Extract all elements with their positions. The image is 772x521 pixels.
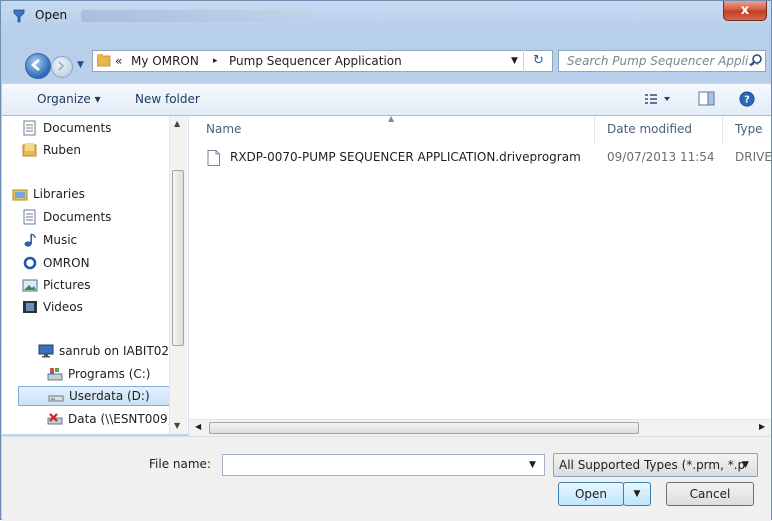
file-type: DRIVEP <box>735 150 772 164</box>
folder-icon <box>97 54 111 67</box>
file-type-dropdown-icon[interactable]: ▼ <box>742 460 749 470</box>
scroll-up-icon[interactable]: ▲ <box>174 119 180 128</box>
nav-label: sanrub on IABIT023 <box>59 344 172 358</box>
nav-item-library-documents[interactable]: Documents <box>22 208 162 228</box>
window-title: Open <box>35 8 68 22</box>
nav-item-ruben[interactable]: Ruben <box>22 141 162 161</box>
open-options-dropdown-icon[interactable]: ▼ <box>623 482 651 506</box>
dialog-footer: File name: ▼ All Supported Types (*.prm,… <box>2 436 771 521</box>
scroll-thumb[interactable] <box>209 422 639 434</box>
new-folder-button[interactable]: New folder <box>135 92 200 106</box>
nav-label: Documents <box>43 121 112 135</box>
libraries-icon <box>12 189 28 201</box>
preview-pane-icon[interactable] <box>698 91 716 107</box>
breadcrumb-pump-sequencer[interactable]: Pump Sequencer Application <box>229 54 402 68</box>
svg-text:?: ? <box>744 95 750 106</box>
breadcrumb-separator-icon[interactable]: ▸ <box>213 56 218 66</box>
file-name-field[interactable]: ▼ <box>222 454 545 476</box>
scroll-left-icon[interactable]: ◀ <box>195 422 201 431</box>
column-divider[interactable] <box>722 116 723 144</box>
file-date: 09/07/2013 11:54 <box>607 150 715 164</box>
scroll-down-icon[interactable]: ▼ <box>174 421 180 430</box>
nav-item-pictures[interactable]: Pictures <box>22 276 162 296</box>
search-input[interactable]: Search Pump Sequencer Appli... <box>558 50 766 72</box>
address-bar[interactable]: « My OMRON ▸ Pump Sequencer Application … <box>92 50 553 72</box>
cancel-button[interactable]: Cancel <box>666 482 754 506</box>
file-list: ▲ Name Date modified Type RXDP-0070-PUMP… <box>189 114 772 419</box>
nav-label: Libraries <box>33 187 85 201</box>
nav-item-programs-c[interactable]: Programs (C:) <box>47 365 172 385</box>
search-icon[interactable] <box>749 53 763 67</box>
organize-button[interactable]: Organize ▾ <box>37 92 101 106</box>
file-type-select[interactable]: All Supported Types (*.prm, *.p ▼ <box>553 453 758 477</box>
nav-item-documents[interactable]: Documents <box>22 119 162 139</box>
computer-icon <box>38 344 54 358</box>
title-background-blur <box>81 10 311 22</box>
file-name-label: File name: <box>149 457 211 471</box>
file-list-horizontal-scrollbar[interactable]: ◀ ▶ <box>189 419 771 437</box>
nav-item-data-network[interactable]: Data (\\ESNT009) <box>47 410 172 430</box>
pictures-icon <box>22 279 38 292</box>
column-header-date-modified[interactable]: Date modified <box>607 122 692 136</box>
scroll-thumb[interactable] <box>172 170 184 346</box>
nav-item-music[interactable]: Music <box>22 231 162 251</box>
file-name: RXDP-0070-PUMP SEQUENCER APPLICATION.dri… <box>230 150 581 164</box>
title-bar[interactable]: Open x <box>1 1 771 31</box>
file-name-dropdown-icon[interactable]: ▼ <box>529 460 536 470</box>
document-icon <box>23 209 36 225</box>
forward-arrow-icon <box>58 61 65 71</box>
breadcrumb-chevron[interactable]: « <box>115 54 122 68</box>
refresh-button[interactable]: ↻ <box>523 50 553 72</box>
close-button[interactable]: x <box>723 1 767 21</box>
nav-label: Pictures <box>43 278 91 292</box>
user-folder-icon <box>22 143 37 157</box>
drive-icon <box>48 395 64 402</box>
nav-label: Data (\\ESNT009) <box>68 412 172 426</box>
file-icon <box>207 150 220 166</box>
file-row[interactable]: RXDP-0070-PUMP SEQUENCER APPLICATION.dri… <box>207 148 772 168</box>
back-arrow-icon <box>30 59 40 71</box>
address-dropdown-icon[interactable]: ▼ <box>511 56 518 66</box>
nav-label: Documents <box>43 210 112 224</box>
breadcrumb-my-omron[interactable]: My OMRON <box>131 54 199 68</box>
nav-item-videos[interactable]: Videos <box>22 298 162 318</box>
nav-label: Programs (C:) <box>68 367 151 381</box>
nav-vertical-scrollbar[interactable]: ▲ ▼ <box>169 116 187 434</box>
nav-label: Userdata (D:) <box>69 389 150 403</box>
column-divider[interactable] <box>594 116 595 144</box>
open-dialog: Open x ▼ « My OMRON ▸ Pump Sequencer App… <box>0 0 772 521</box>
nav-label: OMRON <box>43 256 90 270</box>
recent-locations-chevron-icon[interactable]: ▼ <box>77 60 84 70</box>
back-button[interactable] <box>25 53 51 79</box>
nav-item-omron[interactable]: OMRON <box>22 254 162 274</box>
omron-icon <box>23 256 37 270</box>
sort-up-icon: ▲ <box>388 114 395 123</box>
scroll-right-icon[interactable]: ▶ <box>759 422 765 431</box>
navigation-pane: Documents Ruben Libraries Documents Musi… <box>2 116 189 434</box>
column-header-type[interactable]: Type <box>735 122 763 136</box>
column-header-name[interactable]: Name <box>206 122 241 136</box>
nav-label: Music <box>43 233 78 247</box>
forward-button[interactable] <box>51 56 73 78</box>
drive-icon <box>47 368 63 381</box>
nav-label: Ruben <box>43 143 82 157</box>
videos-icon <box>23 301 37 313</box>
help-icon[interactable]: ? <box>738 91 756 107</box>
music-icon <box>24 233 36 247</box>
document-icon <box>23 120 36 136</box>
toolbar: Organize ▾ New folder ? <box>2 83 771 116</box>
nav-item-userdata-d[interactable]: Userdata (D:) <box>18 386 170 406</box>
search-placeholder: Search Pump Sequencer Appli... <box>567 54 760 68</box>
nav-item-libraries[interactable]: Libraries <box>12 185 162 205</box>
app-icon <box>13 9 25 23</box>
open-button[interactable]: Open <box>558 482 624 506</box>
nav-item-computer[interactable]: sanrub on IABIT023 <box>38 342 172 362</box>
network-drive-icon <box>47 413 63 425</box>
file-type-value: All Supported Types (*.prm, *.p <box>559 458 746 472</box>
nav-label: Videos <box>43 300 83 314</box>
view-options-icon[interactable] <box>644 91 674 107</box>
